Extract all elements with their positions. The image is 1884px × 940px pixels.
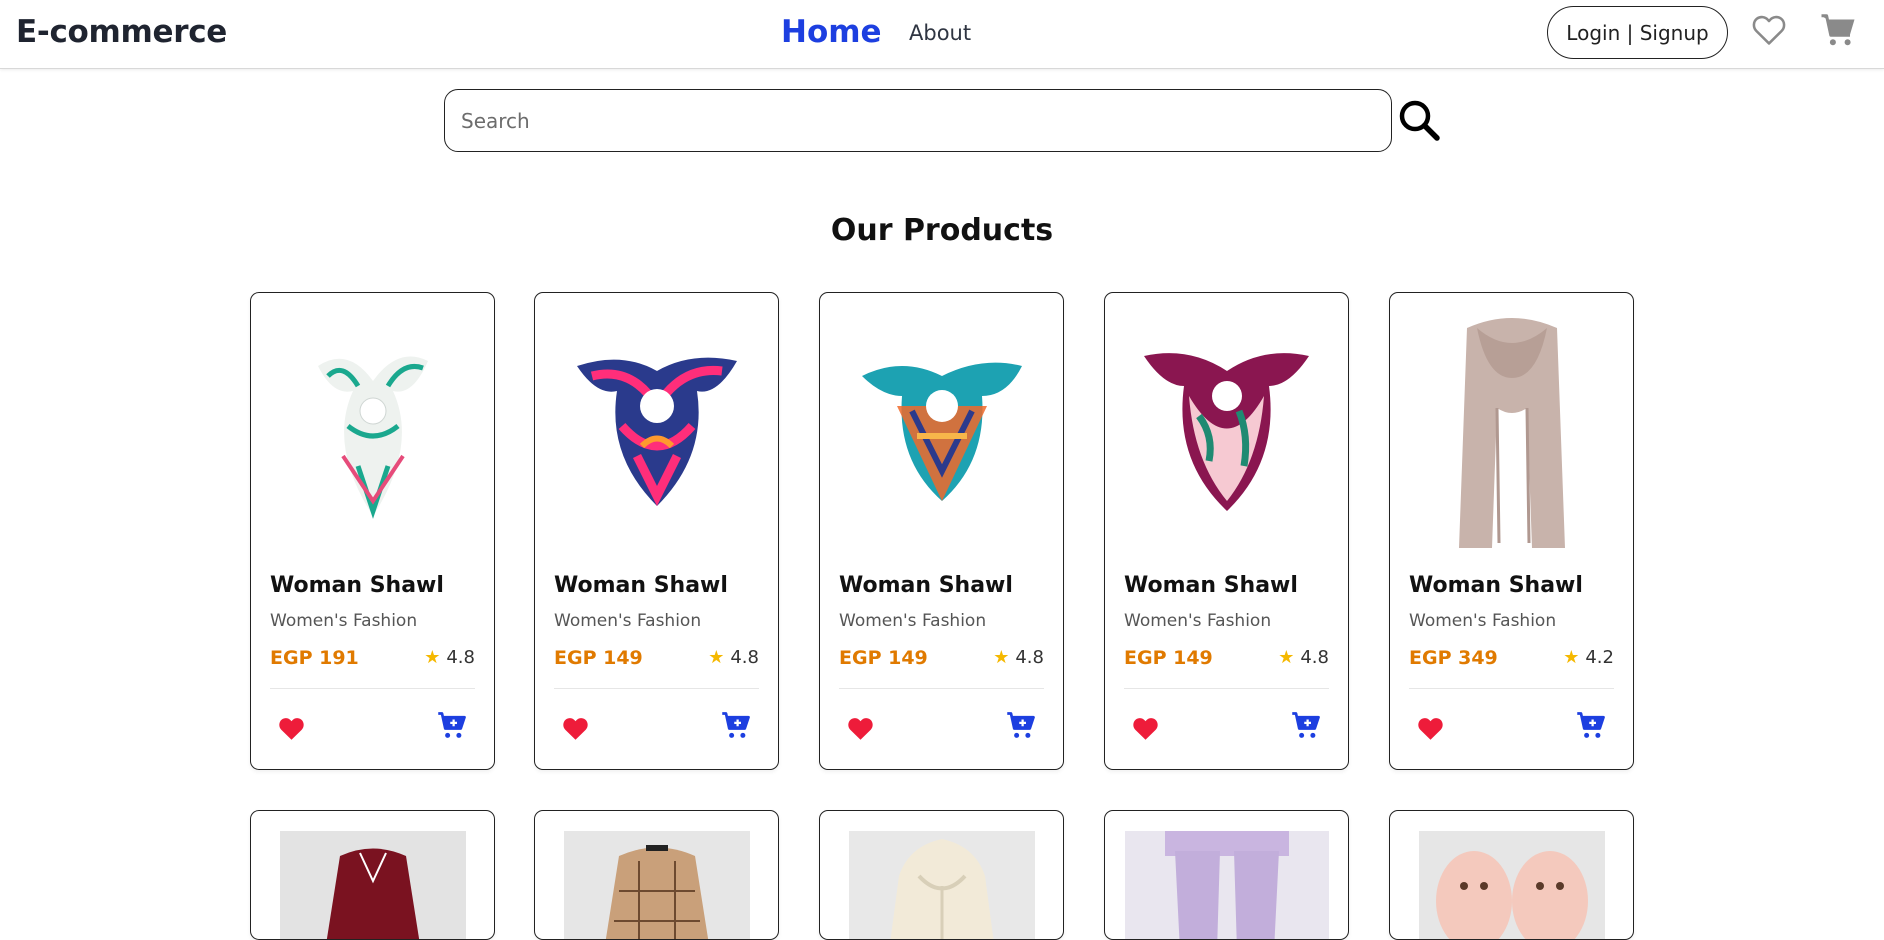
product-image[interactable] (263, 831, 482, 939)
search-input[interactable] (444, 89, 1392, 152)
card-divider (270, 688, 475, 689)
add-to-cart-icon[interactable] (437, 711, 467, 741)
product-price: EGP 149 (839, 647, 928, 669)
product-category: Women's Fashion (1124, 611, 1272, 631)
product-category: Women's Fashion (1409, 611, 1557, 631)
product-rating: ★ 4.2 (1563, 647, 1614, 668)
product-name[interactable]: Woman Shawl (554, 573, 728, 598)
login-signup-button[interactable]: Login | Signup (1547, 6, 1728, 59)
product-price: EGP 149 (1124, 647, 1213, 669)
product-name[interactable]: Woman Shawl (1124, 573, 1298, 598)
product-price: EGP 191 (270, 647, 359, 669)
add-to-wishlist-heart-icon[interactable] (562, 716, 589, 741)
rating-value: 4.8 (1300, 647, 1329, 668)
rating-value: 4.8 (1015, 647, 1044, 668)
star-icon: ★ (993, 647, 1010, 668)
product-name[interactable]: Woman Shawl (1409, 573, 1583, 598)
product-image[interactable] (832, 831, 1051, 939)
product-price: EGP 349 (1409, 647, 1498, 669)
navbar: E-commerce Home About Login | Signup (0, 0, 1884, 69)
product-image[interactable] (547, 831, 766, 939)
product-image[interactable] (1117, 308, 1336, 553)
product-name[interactable]: Woman Shawl (839, 573, 1013, 598)
card-divider (1124, 688, 1329, 689)
add-to-wishlist-heart-icon[interactable] (1417, 716, 1444, 741)
product-card[interactable] (534, 810, 779, 940)
star-icon: ★ (424, 647, 441, 668)
wishlist-heart-icon[interactable] (1752, 14, 1786, 46)
rating-value: 4.2 (1585, 647, 1614, 668)
product-rating: ★ 4.8 (424, 647, 475, 668)
section-title: Our Products (830, 213, 1054, 248)
product-card[interactable] (1389, 810, 1634, 940)
brand-logo[interactable]: E-commerce (16, 14, 227, 50)
add-to-wishlist-heart-icon[interactable] (847, 716, 874, 741)
add-to-wishlist-heart-icon[interactable] (278, 716, 305, 741)
product-card[interactable] (250, 810, 495, 940)
product-rating: ★ 4.8 (1278, 647, 1329, 668)
product-card[interactable]: Woman Shawl Women's Fashion EGP 349 ★ 4.… (1389, 292, 1634, 770)
add-to-cart-icon[interactable] (721, 711, 751, 741)
product-card[interactable]: Woman Shawl Women's Fashion EGP 149 ★ 4.… (1104, 292, 1349, 770)
cart-icon[interactable] (1820, 12, 1856, 48)
product-rating: ★ 4.8 (993, 647, 1044, 668)
rating-value: 4.8 (446, 647, 475, 668)
card-divider (1409, 688, 1614, 689)
product-card[interactable]: Woman Shawl Women's Fashion EGP 149 ★ 4.… (819, 292, 1064, 770)
product-category: Women's Fashion (554, 611, 702, 631)
product-card[interactable] (819, 810, 1064, 940)
product-card[interactable] (1104, 810, 1349, 940)
add-to-cart-icon[interactable] (1006, 711, 1036, 741)
add-to-wishlist-heart-icon[interactable] (1132, 716, 1159, 741)
add-to-cart-icon[interactable] (1576, 711, 1606, 741)
product-rating: ★ 4.8 (708, 647, 759, 668)
nav-link-home[interactable]: Home (781, 14, 882, 50)
product-price: EGP 149 (554, 647, 643, 669)
product-card[interactable]: Woman Shawl Women's Fashion EGP 191 ★ 4.… (250, 292, 495, 770)
search-icon[interactable] (1397, 98, 1441, 142)
product-image[interactable] (547, 308, 766, 553)
product-category: Women's Fashion (839, 611, 987, 631)
card-divider (554, 688, 759, 689)
star-icon: ★ (1278, 647, 1295, 668)
star-icon: ★ (708, 647, 725, 668)
card-divider (839, 688, 1044, 689)
add-to-cart-icon[interactable] (1291, 711, 1321, 741)
product-category: Women's Fashion (270, 611, 418, 631)
product-card[interactable]: Woman Shawl Women's Fashion EGP 149 ★ 4.… (534, 292, 779, 770)
nav-link-about[interactable]: About (909, 21, 971, 45)
product-image[interactable] (1402, 308, 1621, 553)
product-image[interactable] (1402, 831, 1621, 939)
product-image[interactable] (832, 308, 1051, 553)
product-image[interactable] (1117, 831, 1336, 939)
rating-value: 4.8 (730, 647, 759, 668)
product-image[interactable] (263, 308, 482, 553)
star-icon: ★ (1563, 647, 1580, 668)
product-name[interactable]: Woman Shawl (270, 573, 444, 598)
